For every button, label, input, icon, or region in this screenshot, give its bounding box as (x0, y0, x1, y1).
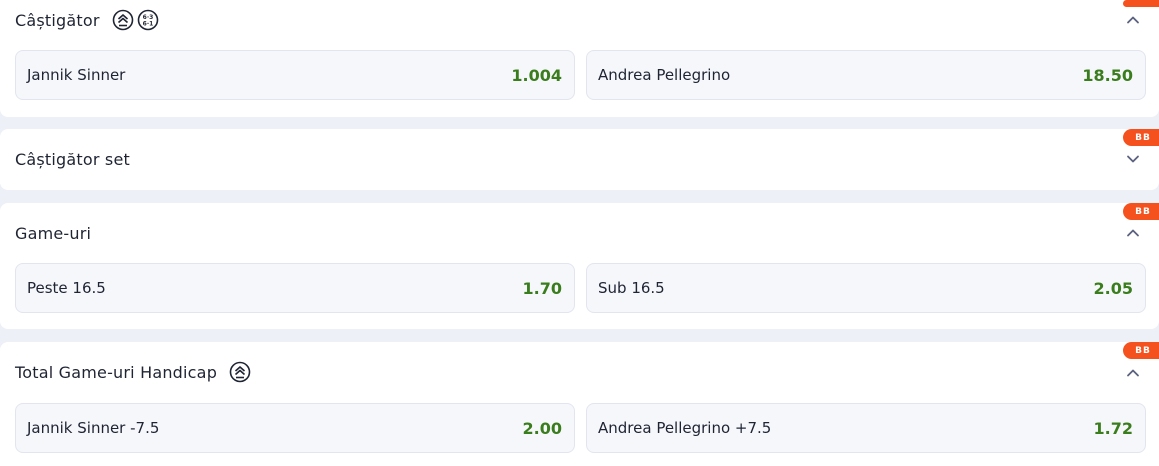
chevron-down-icon[interactable] (1125, 151, 1141, 167)
outcome-name: Sub 16.5 (598, 279, 665, 297)
market-header[interactable]: Total Game-uri Handicap (15, 359, 1159, 385)
bb-badge: BB (1123, 0, 1159, 7)
outcome-button[interactable]: Andrea Pellegrino 18.50 (586, 50, 1146, 100)
bb-badge: BB (1123, 342, 1159, 359)
market-games: Game-uri BB Peste 16.5 1.70 Sub 16.5 2.0… (0, 203, 1159, 329)
outcome-button[interactable]: Sub 16.5 2.05 (586, 263, 1146, 313)
market-title: Câștigător set (15, 149, 130, 169)
outcome-odds: 1.004 (511, 65, 562, 85)
outcome-odds: 2.05 (1093, 278, 1133, 298)
outcome-odds: 18.50 (1082, 65, 1133, 85)
market-set-winner[interactable]: Câștigător set BB (0, 129, 1159, 190)
bet-builder-icon (229, 361, 251, 383)
chevron-up-icon[interactable] (1125, 365, 1141, 381)
bb-badge: BB (1123, 203, 1159, 220)
market-winner: Câștigător 6·3 6·1 Jannik Sinner 1.004 A… (0, 0, 1159, 117)
outcome-button[interactable]: Jannik Sinner -7.5 2.00 (15, 403, 575, 453)
market-title: Game-uri (15, 223, 92, 243)
outcome-name: Andrea Pellegrino +7.5 (598, 419, 772, 437)
market-title: Total Game-uri Handicap (15, 362, 218, 382)
market-total-games-handicap: Total Game-uri Handicap BB Jannik Sinner… (0, 342, 1159, 466)
score-stats-icon: 6·3 6·1 (137, 9, 158, 31)
market-header[interactable]: Câștigător 6·3 6·1 (15, 7, 1159, 33)
market-title: Câștigător (15, 10, 100, 30)
outcome-odds: 2.00 (522, 418, 562, 438)
outcome-name: Andrea Pellegrino (598, 66, 731, 84)
chevron-up-icon[interactable] (1125, 225, 1141, 241)
outcome-odds: 1.72 (1093, 418, 1133, 438)
svg-text:6·1: 6·1 (142, 21, 153, 28)
bb-badge: BB (1123, 129, 1159, 146)
market-header[interactable]: Game-uri (15, 220, 1159, 246)
chevron-up-icon[interactable] (1125, 12, 1141, 28)
outcome-button[interactable]: Peste 16.5 1.70 (15, 263, 575, 313)
outcome-button[interactable]: Jannik Sinner 1.004 (15, 50, 575, 100)
outcome-name: Peste 16.5 (27, 279, 106, 297)
bet-builder-icon (112, 9, 133, 31)
outcome-button[interactable]: Andrea Pellegrino +7.5 1.72 (586, 403, 1146, 453)
outcome-name: Jannik Sinner (27, 66, 126, 84)
market-header[interactable]: Câștigător set (15, 146, 1159, 172)
outcome-name: Jannik Sinner -7.5 (27, 419, 160, 437)
outcome-odds: 1.70 (522, 278, 562, 298)
